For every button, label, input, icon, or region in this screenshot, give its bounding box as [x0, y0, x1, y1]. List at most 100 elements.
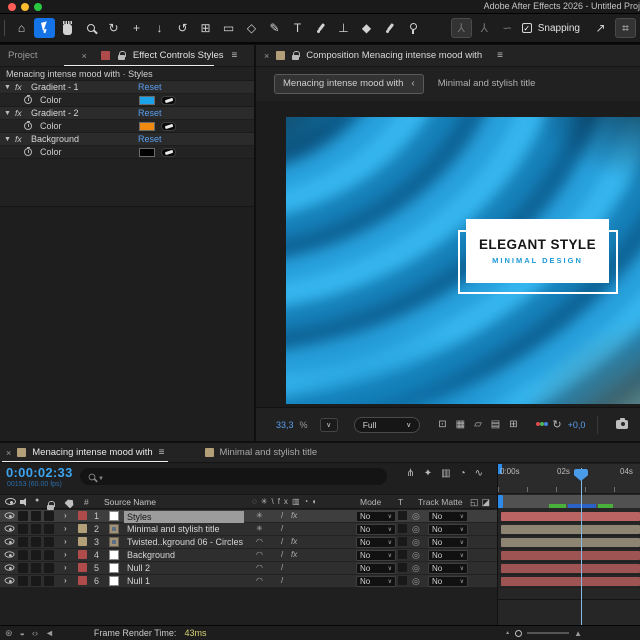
rectangle-tool[interactable]: ▭ — [218, 18, 239, 38]
work-area-start-handle[interactable] — [498, 495, 503, 508]
t-cell[interactable] — [398, 563, 407, 572]
snap-options-icon[interactable]: ⌗ — [615, 18, 636, 38]
snapping-checkbox[interactable]: ✓ — [521, 23, 532, 33]
composition-viewport[interactable]: ELEGANT STYLE MINIMAL DESIGN — [256, 101, 640, 407]
mode-column-header[interactable]: Mode — [360, 497, 381, 507]
layer-name[interactable]: Minimal and stylish title — [127, 524, 220, 534]
layer-row[interactable]: › 2 Minimal and stylish title ✳ / No ∨ ◎ No ∨ — [0, 523, 497, 536]
eye-icon[interactable] — [5, 498, 16, 505]
timeline-search-input[interactable]: ▼ — [80, 468, 387, 485]
quality-switch-icon[interactable]: / — [281, 576, 283, 585]
twirl-right-icon[interactable]: › — [64, 576, 67, 585]
empty-switch-cell[interactable] — [44, 524, 54, 534]
region-of-interest-icon[interactable]: ⊡ — [438, 419, 446, 430]
graph-editor-icon[interactable]: ∿ — [475, 468, 483, 479]
t-cell[interactable] — [398, 550, 407, 559]
mode-dropdown[interactable]: No ∨ — [356, 511, 396, 522]
pan-behind-tool[interactable]: ⊞ — [195, 18, 216, 38]
collapse-switch-icon[interactable]: ✳ — [256, 524, 263, 533]
panel-menu-icon[interactable]: ≡ — [159, 447, 165, 458]
brush-tool[interactable] — [310, 18, 331, 38]
visibility-eye-icon[interactable] — [4, 551, 15, 558]
lasso-tool[interactable]: ∽ — [497, 18, 518, 38]
close-button[interactable] — [8, 3, 16, 11]
quality-switch-icon[interactable]: / — [281, 511, 283, 520]
layer-row[interactable]: › 6 Null 1 ◠ / No ∨ ◎ No ∨ — [0, 575, 497, 588]
chevron-left-icon[interactable]: ‹ — [411, 78, 414, 89]
layer-label-chip[interactable] — [78, 563, 87, 572]
pen-tool[interactable]: ✎ — [264, 18, 285, 38]
empty-switch-cell[interactable] — [18, 550, 28, 560]
selection-tool[interactable] — [34, 18, 55, 38]
twirl-right-icon[interactable]: › — [64, 550, 67, 559]
comp-tab-active[interactable]: Menacing intense mood with ‹ — [274, 73, 424, 94]
exposure-value[interactable]: +0,0 — [568, 420, 586, 430]
close-tab-icon[interactable]: × — [6, 448, 11, 458]
layer-name[interactable]: Background — [127, 550, 175, 560]
twirl-down-icon[interactable]: ▼ — [4, 136, 11, 143]
track-matte-icon[interactable]: ◎ — [412, 511, 420, 522]
empty-switch-cell[interactable] — [18, 537, 28, 547]
transfer-pane-toggle-icon[interactable]: ◱ — [470, 497, 482, 507]
fx-switch-icon[interactable]: fx — [291, 550, 297, 559]
track-matte-dropdown[interactable]: No ∨ — [428, 550, 468, 561]
puppet-pin-tool[interactable] — [402, 18, 423, 38]
t-cell[interactable] — [398, 537, 407, 546]
empty-switch-cell[interactable] — [18, 511, 28, 521]
panel-menu-icon[interactable]: ≡ — [497, 50, 503, 61]
transparency-grid-icon[interactable]: ▦ — [456, 419, 465, 430]
mode-dropdown[interactable]: No ∨ — [356, 576, 396, 587]
frame-blend-icon[interactable]: ▥ — [292, 497, 304, 506]
zoom-dropdown-icon[interactable]: ∨ — [319, 417, 338, 432]
layer-name[interactable]: Null 1 — [127, 576, 150, 586]
twirl-right-icon[interactable]: › — [64, 524, 67, 533]
switches-pane-toggle-icon[interactable]: ◪ — [482, 497, 494, 507]
fx-switch-icon[interactable]: fx — [291, 537, 297, 546]
mask-visibility-icon[interactable]: ▱ — [474, 419, 482, 430]
zoom-slider-track[interactable] — [527, 632, 570, 634]
lock-icon[interactable] — [292, 51, 301, 60]
twirl-down-icon[interactable]: ▼ — [4, 110, 11, 117]
layer-duration-bar[interactable] — [501, 550, 640, 560]
timeline-tab-inactive[interactable]: Minimal and stylish title — [204, 447, 317, 458]
layer-row[interactable]: › 4 Background ◠ / fx No ∨ ◎ No ∨ — [0, 549, 497, 562]
collapse-switch-icon[interactable]: ✳ — [256, 511, 263, 520]
guides-options-icon[interactable]: ▤ — [491, 419, 500, 430]
layer-label-chip[interactable] — [78, 524, 87, 533]
empty-switch-cell[interactable] — [44, 537, 54, 547]
empty-switch-cell[interactable] — [18, 576, 28, 586]
time-ruler[interactable]: 0:00s 02s 04s — [498, 464, 640, 494]
number-column-header[interactable]: # — [84, 497, 89, 507]
solo-icon[interactable]: ● — [35, 497, 39, 504]
shape-tool[interactable]: ◇ — [241, 18, 262, 38]
stopwatch-icon[interactable] — [24, 120, 32, 130]
speaker-flag-icon[interactable]: ◄ — [45, 628, 54, 639]
close-tab-icon[interactable]: × — [264, 51, 269, 61]
dolly-camera-tool[interactable]: ↓ — [149, 18, 170, 38]
source-name-column-header[interactable]: Source Name — [104, 497, 156, 507]
rig-node-tool[interactable]: ⅄ — [450, 18, 472, 38]
type-tool[interactable]: T — [287, 18, 308, 38]
empty-switch-cell[interactable] — [44, 550, 54, 560]
angle-brackets-icon[interactable]: ‹› — [32, 628, 38, 639]
twirl-right-icon[interactable]: › — [64, 563, 67, 572]
mode-dropdown[interactable]: No ∨ — [356, 537, 396, 548]
empty-switch-cell[interactable] — [31, 576, 41, 586]
track-matte-icon[interactable]: ◎ — [412, 550, 420, 561]
eyedropper-icon[interactable] — [161, 121, 176, 131]
color-swatch[interactable] — [139, 147, 155, 157]
layer-label-chip[interactable] — [78, 511, 87, 520]
color-swatch[interactable] — [139, 121, 155, 131]
layer-duration-bar[interactable] — [501, 563, 640, 573]
eraser-tool[interactable]: ◆ — [356, 18, 377, 38]
visibility-eye-icon[interactable] — [4, 512, 15, 519]
track-matte-dropdown[interactable]: No ∨ — [428, 563, 468, 574]
layer-name[interactable]: Null 2 — [127, 563, 150, 573]
fx-switch-icon[interactable]: fx — [291, 511, 297, 520]
zoom-in-mountain-icon[interactable]: ▲ — [574, 629, 582, 638]
rotation-tool[interactable]: ↺ — [172, 18, 193, 38]
minimize-button[interactable] — [21, 3, 29, 11]
collapse-switch-icon[interactable]: ◠ — [256, 563, 263, 572]
fx-header-icon[interactable]: fx — [278, 497, 292, 506]
eyedropper-icon[interactable] — [161, 147, 176, 157]
